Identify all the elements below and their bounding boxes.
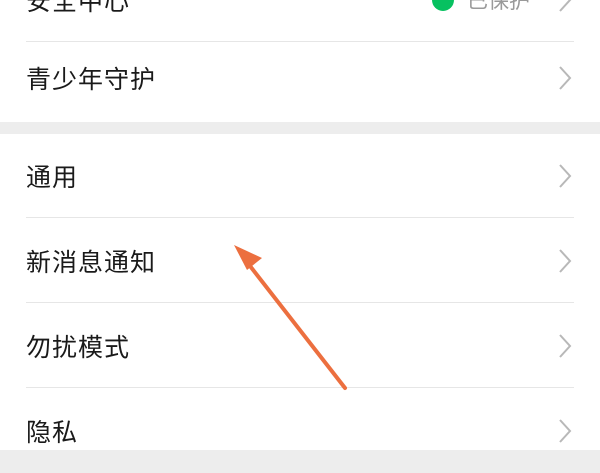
status-dot-icon	[432, 0, 454, 11]
row-divider	[26, 387, 574, 388]
chevron-right-icon	[559, 66, 572, 90]
settings-row-do-not-disturb[interactable]: 勿扰模式	[0, 304, 600, 388]
settings-row-label: 勿扰模式	[26, 333, 131, 362]
settings-row-teen-protection[interactable]: 青少年守护	[0, 36, 600, 120]
settings-row-general[interactable]: 通用	[0, 134, 600, 218]
chevron-right-icon	[559, 249, 572, 273]
settings-row-label: 安全中心	[26, 0, 131, 16]
row-divider	[26, 217, 574, 218]
chevron-right-icon	[559, 334, 572, 358]
settings-row-privacy[interactable]: 隐私	[0, 389, 600, 473]
settings-row-label: 隐私	[26, 418, 79, 447]
settings-row-label: 青少年守护	[26, 65, 157, 94]
security-status-text: 已保护	[467, 0, 530, 13]
row-divider	[26, 302, 574, 303]
settings-row-label: 通用	[26, 163, 79, 192]
chevron-right-icon	[559, 164, 572, 188]
settings-row-label: 新消息通知	[26, 248, 157, 277]
settings-group-top: 安全中心 已保护 青少年守护	[0, 0, 600, 122]
chevron-right-icon	[559, 0, 572, 12]
settings-row-new-message-notification[interactable]: 新消息通知	[0, 219, 600, 303]
chevron-right-icon	[559, 419, 572, 443]
settings-group-bottom: 通用 新消息通知 勿扰模式 隐私	[0, 134, 600, 450]
